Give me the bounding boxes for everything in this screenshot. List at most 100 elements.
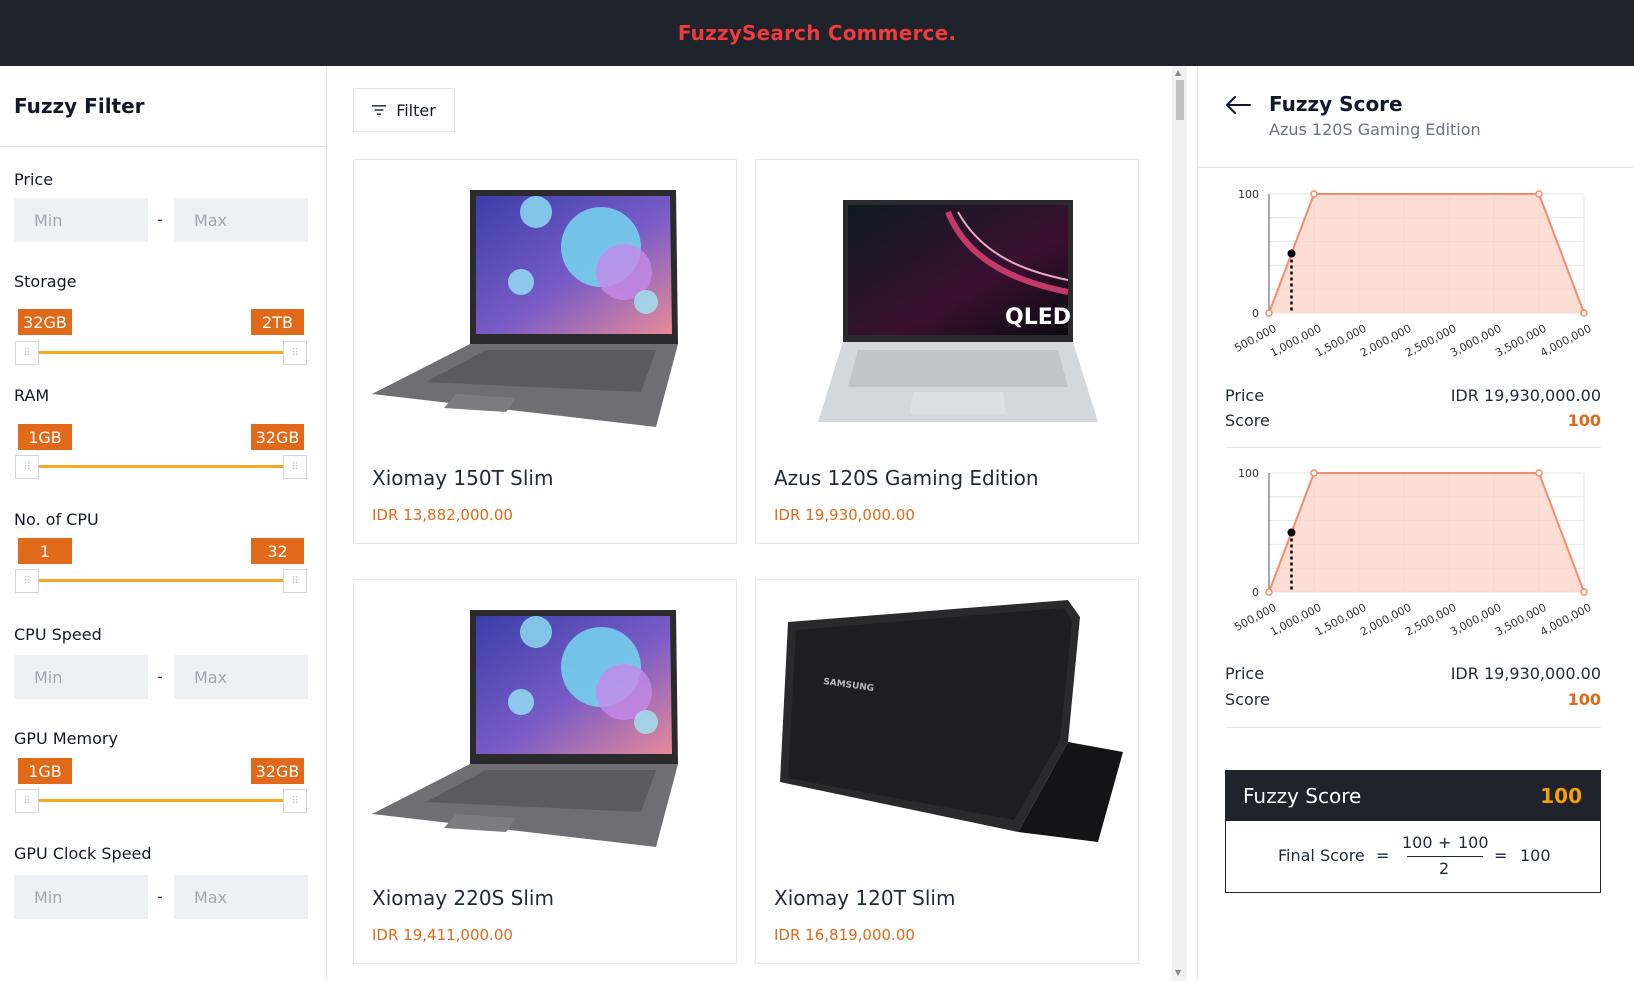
formula-numerator-a: 100	[1402, 833, 1433, 852]
price-label: Price	[14, 170, 54, 189]
product-price: IDR 13,882,000.00	[372, 506, 513, 524]
x-tick-label: 4,000,000	[1538, 601, 1594, 639]
back-arrow-icon[interactable]	[1224, 94, 1252, 116]
gpu-memory-max-tag: 32GB	[251, 758, 304, 784]
y-tick-label: 100	[1238, 467, 1259, 480]
current-value-marker	[1287, 528, 1296, 537]
fraction-line	[1407, 856, 1483, 857]
product-name[interactable]: Azus 120S Gaming Edition	[774, 466, 1039, 490]
fuzzy-score-panel: Fuzzy Score Azus 120S Gaming Edition 0 10…	[1197, 66, 1634, 981]
price-separator: -	[157, 210, 163, 229]
product-name[interactable]: Xiomay 220S Slim	[372, 886, 554, 910]
score-block-price-row: Price IDR 19,930,000.00	[1225, 664, 1601, 683]
gpu-clock-min-input[interactable]	[14, 875, 148, 919]
cpu-speed-separator: -	[157, 667, 163, 686]
ram-label: RAM	[14, 386, 50, 405]
membership-area	[1269, 473, 1584, 592]
storage-max-tag: 2TB	[251, 309, 304, 335]
cpu-count-min-tag: 1	[18, 538, 72, 564]
membership-point	[1310, 469, 1318, 477]
formula-label: Final Score	[1278, 846, 1365, 865]
gpu-memory-min-tag: 1GB	[18, 758, 72, 784]
storage-label: Storage	[14, 272, 77, 291]
ram-slider-track[interactable]	[27, 465, 295, 468]
scroll-thumb[interactable]	[1176, 80, 1184, 120]
gpu-memory-max-handle[interactable]: ⠿	[283, 789, 307, 813]
ram-max-tag: 32GB	[251, 424, 304, 450]
ram-max-handle[interactable]: ⠿	[283, 455, 307, 479]
ram-min-tag: 1GB	[18, 424, 72, 450]
product-card[interactable]: Xiomay 220S Slim IDR 19,411,000.00	[353, 579, 737, 964]
filter-button[interactable]: Filter	[353, 88, 455, 132]
gpu-clock-label: GPU Clock Speed	[14, 844, 152, 863]
panel-subtitle: Azus 120S Gaming Edition	[1269, 120, 1481, 139]
laptop-black-samsung-image: SAMSUNG	[780, 600, 1123, 842]
brand-logo[interactable]: FuzzySearch Commerce.	[678, 21, 956, 45]
membership-point	[1310, 190, 1318, 198]
x-tick-label: 4,000,000	[1538, 322, 1594, 360]
score-block-score-row: Score 100	[1225, 411, 1601, 430]
price-key: Price	[1225, 386, 1265, 405]
final-score-header: Fuzzy Score 100	[1226, 771, 1600, 821]
cpu-count-label: No. of CPU	[14, 510, 99, 529]
panel-title: Fuzzy Score	[1269, 92, 1403, 116]
cpu-speed-min-input[interactable]	[14, 655, 148, 699]
scroll-down-arrow-icon[interactable]: ▼	[1175, 968, 1181, 977]
laptop-galaxy-book-image	[372, 610, 678, 847]
membership-point	[1265, 588, 1273, 596]
price-value: IDR 19,930,000.00	[1450, 664, 1601, 683]
storage-slider-track[interactable]	[27, 351, 295, 354]
laptop-qled-image: QLED	[818, 200, 1098, 422]
product-price: IDR 16,819,000.00	[774, 926, 915, 944]
gpu-memory-min-handle[interactable]: ⠿	[15, 789, 39, 813]
score-value: 100	[1567, 411, 1601, 430]
storage-min-handle[interactable]: ⠿	[15, 341, 39, 365]
membership-point	[1265, 309, 1273, 317]
storage-max-handle[interactable]: ⠿	[283, 341, 307, 365]
y-tick-label: 0	[1252, 307, 1259, 320]
membership-point	[1535, 190, 1543, 198]
scroll-up-arrow-icon[interactable]: ▲	[1175, 68, 1181, 77]
final-score-box: Fuzzy Score 100 Final Score = 100 + 100 …	[1225, 770, 1601, 893]
divider	[1225, 447, 1601, 448]
laptop-galaxy-book-image	[372, 190, 678, 427]
product-card[interactable]: SAMSUNG Xiomay 120T Slim IDR 16,819,000.…	[755, 579, 1139, 964]
membership-point	[1580, 588, 1588, 596]
product-card[interactable]: QLED Azus 120S Gaming Edition IDR 19,930…	[755, 159, 1139, 544]
membership-point	[1580, 309, 1588, 317]
formula-numerator-b: 100	[1458, 833, 1489, 852]
formula-plus: +	[1438, 833, 1452, 852]
product-list-scrollbar[interactable]: ▲ ▼	[1172, 66, 1187, 981]
final-score-value: 100	[1540, 784, 1582, 808]
price-max-input[interactable]	[174, 198, 308, 242]
gpu-memory-label: GPU Memory	[14, 729, 118, 748]
score-key: Score	[1225, 690, 1270, 709]
divider	[1225, 727, 1601, 728]
gpu-memory-slider-track[interactable]	[27, 799, 295, 802]
cpu-count-max-handle[interactable]: ⠿	[283, 569, 307, 593]
cpu-speed-max-input[interactable]	[174, 655, 308, 699]
filter-button-label: Filter	[396, 100, 436, 120]
formula-result: 100	[1520, 846, 1551, 865]
fuzzy-membership-chart-price: 0100500,0001,000,0001,500,0002,000,0002,…	[1232, 188, 1594, 360]
price-min-input[interactable]	[14, 198, 148, 242]
score-block-price-row: Price IDR 19,930,000.00	[1225, 386, 1601, 405]
formula-equals: =	[1376, 846, 1390, 865]
score-value: 100	[1567, 690, 1601, 709]
product-name[interactable]: Xiomay 150T Slim	[372, 466, 553, 490]
gpu-clock-max-input[interactable]	[174, 875, 308, 919]
product-card[interactable]: Xiomay 150T Slim IDR 13,882,000.00	[353, 159, 737, 544]
sidebar-title: Fuzzy Filter	[0, 66, 326, 147]
price-key: Price	[1225, 664, 1265, 683]
gpu-clock-separator: -	[157, 887, 163, 906]
membership-point	[1535, 469, 1543, 477]
formula-denominator: 2	[1439, 859, 1450, 878]
y-tick-label: 100	[1238, 188, 1259, 201]
product-name[interactable]: Xiomay 120T Slim	[774, 886, 955, 910]
cpu-count-min-handle[interactable]: ⠿	[15, 569, 39, 593]
product-grid: Filter Xiomay 150T Slim IDR 13,882,000.0…	[327, 66, 1197, 981]
filter-icon	[372, 105, 387, 115]
score-key: Score	[1225, 411, 1270, 430]
cpu-count-slider-track[interactable]	[27, 579, 295, 582]
ram-min-handle[interactable]: ⠿	[15, 455, 39, 479]
